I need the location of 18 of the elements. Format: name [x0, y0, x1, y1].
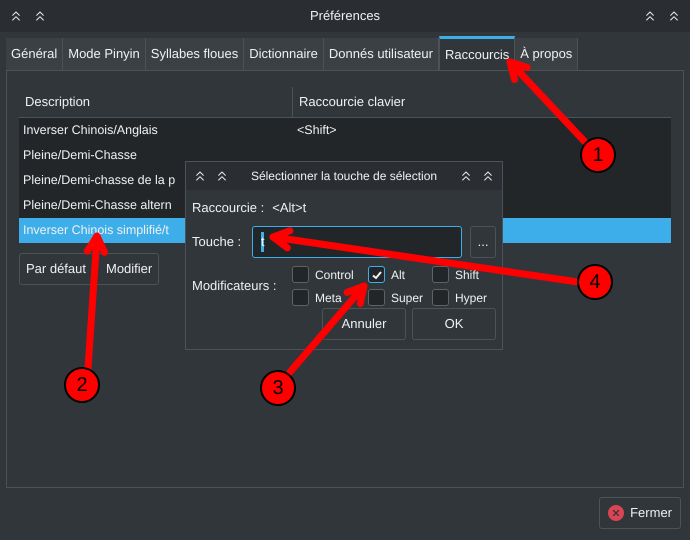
checkbox-label: Super — [391, 290, 424, 304]
annotation-marker: 4 — [577, 264, 613, 300]
shortcut-value: <Alt>t — [272, 199, 306, 218]
checkbox-label: Meta — [315, 290, 342, 304]
window-title: Préférences — [308, 7, 382, 26]
annotation-marker: 2 — [64, 367, 100, 403]
shortcut-label: Raccourcie : — [192, 199, 264, 218]
checkbox-label: Alt — [391, 268, 406, 282]
checkbox-label: Hyper — [455, 290, 488, 304]
annotation-marker: 3 — [260, 370, 296, 406]
key-label: Touche : — [192, 233, 242, 252]
checkbox-label: Shift — [455, 268, 480, 282]
checkbox-label: Control — [315, 268, 354, 282]
table-cell-text: Inverser Chinois simplifié/t — [23, 222, 169, 240]
dialog-title: Sélectionner la touche de sélection — [250, 168, 438, 185]
table-cell-text: Inverser Chinois/Anglais — [23, 122, 158, 140]
modifiers-label: Modificateurs : — [192, 277, 278, 295]
table-cell-text: <Shift> — [297, 122, 337, 140]
